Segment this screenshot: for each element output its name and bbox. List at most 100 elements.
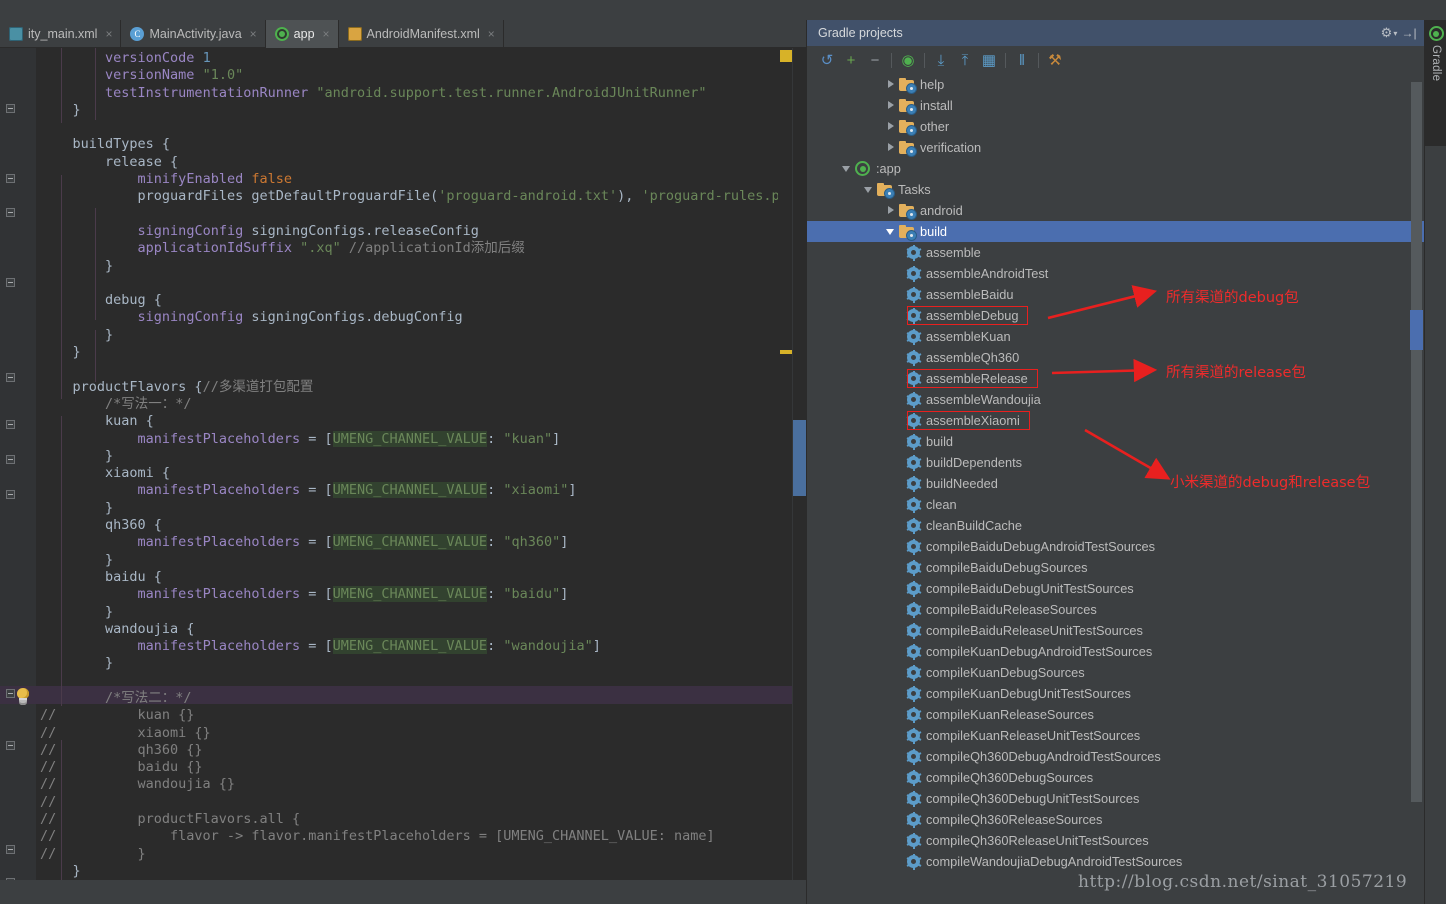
add-icon[interactable]: + <box>839 48 863 72</box>
chevron-right-icon[interactable] <box>885 95 899 116</box>
gradle-task-item[interactable]: compileKuanDebugSources <box>807 662 1425 683</box>
gradle-tree-node[interactable]: build <box>807 221 1425 242</box>
gradle-task-item[interactable]: compileKuanReleaseUnitTestSources <box>807 725 1425 746</box>
gradle-task-item[interactable]: compileKuanReleaseSources <box>807 704 1425 725</box>
gradle-task-item[interactable]: assembleAndroidTest <box>807 263 1425 284</box>
gradle-task-item[interactable]: buildNeeded <box>807 473 1425 494</box>
code-line: kuan { <box>40 413 778 430</box>
editor-tab-androidmanifest-xml[interactable]: AndroidManifest.xml × <box>339 20 504 48</box>
gradle-tree-scrollbar[interactable] <box>1411 82 1422 802</box>
code-token: ), <box>617 188 642 205</box>
warning-marker[interactable] <box>780 350 792 354</box>
gradle-task-item[interactable]: build <box>807 431 1425 452</box>
gradle-tree-node[interactable]: verification <box>807 137 1425 158</box>
gradle-task-item[interactable]: assembleXiaomi <box>807 410 1425 431</box>
code-fold-toggle[interactable] <box>6 420 15 429</box>
gradle-task-item[interactable]: compileQh360ReleaseUnitTestSources <box>807 830 1425 851</box>
editor-tab-mainactivity-java[interactable]: C MainActivity.java × <box>121 20 266 48</box>
editor-tab-app[interactable]: app × <box>265 20 339 48</box>
editor-scrollbar-thumb[interactable] <box>793 420 806 496</box>
gradle-tree-node[interactable]: android <box>807 200 1425 221</box>
code-token: ] <box>552 430 561 447</box>
task-icon <box>906 496 921 513</box>
close-icon[interactable]: × <box>105 27 112 41</box>
code-token: // flavor -> flavor.manifestPlaceholders… <box>40 828 715 845</box>
xml-file-icon <box>9 27 23 41</box>
gradle-task-item[interactable]: compileBaiduReleaseSources <box>807 599 1425 620</box>
close-icon[interactable]: × <box>323 27 330 41</box>
gradle-task-item[interactable]: cleanBuildCache <box>807 515 1425 536</box>
chevron-right-icon[interactable] <box>885 137 899 158</box>
remove-icon[interactable]: − <box>863 48 887 72</box>
code-fold-toggle[interactable] <box>6 490 15 499</box>
gradle-task-item[interactable]: compileQh360ReleaseSources <box>807 809 1425 830</box>
chevron-down-icon[interactable] <box>841 158 855 179</box>
chevron-down-icon[interactable] <box>863 179 877 200</box>
gradle-task-item[interactable]: compileKuanDebugAndroidTestSources <box>807 641 1425 662</box>
expand-all-icon[interactable]: ⤓ <box>929 48 953 72</box>
gradle-task-item[interactable]: compileKuanDebugUnitTestSources <box>807 683 1425 704</box>
configure-icon[interactable]: ⚒ <box>1043 48 1067 72</box>
gradle-task-item[interactable]: compileBaiduDebugAndroidTestSources <box>807 536 1425 557</box>
chevron-right-icon[interactable] <box>885 74 899 95</box>
collapse-all-icon[interactable]: ⤒ <box>953 48 977 72</box>
editor-gutter[interactable] <box>0 48 36 880</box>
right-tool-window-strip: Gradle <box>1424 20 1446 904</box>
gradle-task-item[interactable]: buildDependents <box>807 452 1425 473</box>
code-fold-toggle[interactable] <box>6 845 15 854</box>
editor-scrollbar[interactable] <box>792 48 806 880</box>
code-fold-toggle[interactable] <box>6 741 15 750</box>
toggle-offline-mode-icon[interactable]: ▦ <box>977 48 1001 72</box>
refresh-icon[interactable]: ↺ <box>815 48 839 72</box>
attach-gradle-project-icon[interactable]: ◉ <box>896 48 920 72</box>
code-text[interactable]: versionCode 1 versionName "1.0" testInst… <box>40 48 778 880</box>
gradle-task-item[interactable]: compileWandoujiaDebugAndroidTestSources <box>807 851 1425 872</box>
gradle-task-item[interactable]: compileQh360DebugSources <box>807 767 1425 788</box>
code-fold-toggle[interactable] <box>6 373 15 382</box>
settings-gear-icon[interactable]: ⚙ ▾ <box>1379 23 1399 43</box>
gradle-task-item[interactable]: assembleQh360 <box>807 347 1425 368</box>
gradle-task-item[interactable]: clean <box>807 494 1425 515</box>
gradle-tree-node[interactable]: help <box>807 74 1425 95</box>
gradle-task-item[interactable]: assembleBaidu <box>807 284 1425 305</box>
tool-window-tab-gradle[interactable]: Gradle <box>1425 20 1446 146</box>
code-line: } <box>40 258 778 275</box>
intention-bulb-icon[interactable] <box>14 688 32 706</box>
gradle-tree-node[interactable]: :app <box>807 158 1425 179</box>
gradle-tree-scrollbar-thumb[interactable] <box>1410 310 1423 350</box>
gradle-tree-node[interactable]: install <box>807 95 1425 116</box>
close-icon[interactable]: × <box>250 27 257 41</box>
gradle-task-item[interactable]: assembleRelease <box>807 368 1425 389</box>
code-fold-toggle[interactable] <box>6 104 15 113</box>
close-icon[interactable]: × <box>488 27 495 41</box>
editor-tab-ity-main-xml[interactable]: ity_main.xml × <box>0 20 122 48</box>
gradle-task-item[interactable]: assembleKuan <box>807 326 1425 347</box>
gradle-task-item[interactable]: assemble <box>807 242 1425 263</box>
gradle-task-item[interactable]: compileBaiduReleaseUnitTestSources <box>807 620 1425 641</box>
hide-panel-icon[interactable]: →| <box>1399 23 1419 43</box>
chevron-right-icon[interactable] <box>885 116 899 137</box>
execute-task-icon[interactable]: ‖ <box>1010 48 1034 72</box>
gradle-tree-node[interactable]: other <box>807 116 1425 137</box>
chevron-down-icon[interactable] <box>885 221 899 242</box>
gradle-task-item[interactable]: compileBaiduDebugUnitTestSources <box>807 578 1425 599</box>
code-token: = [ <box>308 430 333 447</box>
chevron-right-icon[interactable] <box>885 200 899 221</box>
code-fold-toggle[interactable] <box>6 208 15 217</box>
gradle-task-item[interactable]: compileQh360DebugUnitTestSources <box>807 788 1425 809</box>
warning-marker[interactable] <box>780 50 792 62</box>
code-fold-toggle[interactable] <box>6 455 15 464</box>
code-fold-toggle[interactable] <box>6 278 15 287</box>
code-editor[interactable]: versionCode 1 versionName "1.0" testInst… <box>0 48 806 895</box>
code-token: manifestPlaceholders <box>137 430 309 447</box>
gradle-tree-node-label: build <box>926 434 954 449</box>
gradle-task-tree[interactable]: help install other verification:app Tasks and… <box>807 74 1425 904</box>
gradle-task-item[interactable]: compileQh360DebugAndroidTestSources <box>807 746 1425 767</box>
gradle-tree-node[interactable]: Tasks <box>807 179 1425 200</box>
gradle-task-item[interactable]: compileBaiduDebugSources <box>807 557 1425 578</box>
code-fold-toggle[interactable] <box>6 174 15 183</box>
gradle-task-item[interactable]: assembleDebug <box>807 305 1425 326</box>
gradle-task-item[interactable]: assembleWandoujia <box>807 389 1425 410</box>
